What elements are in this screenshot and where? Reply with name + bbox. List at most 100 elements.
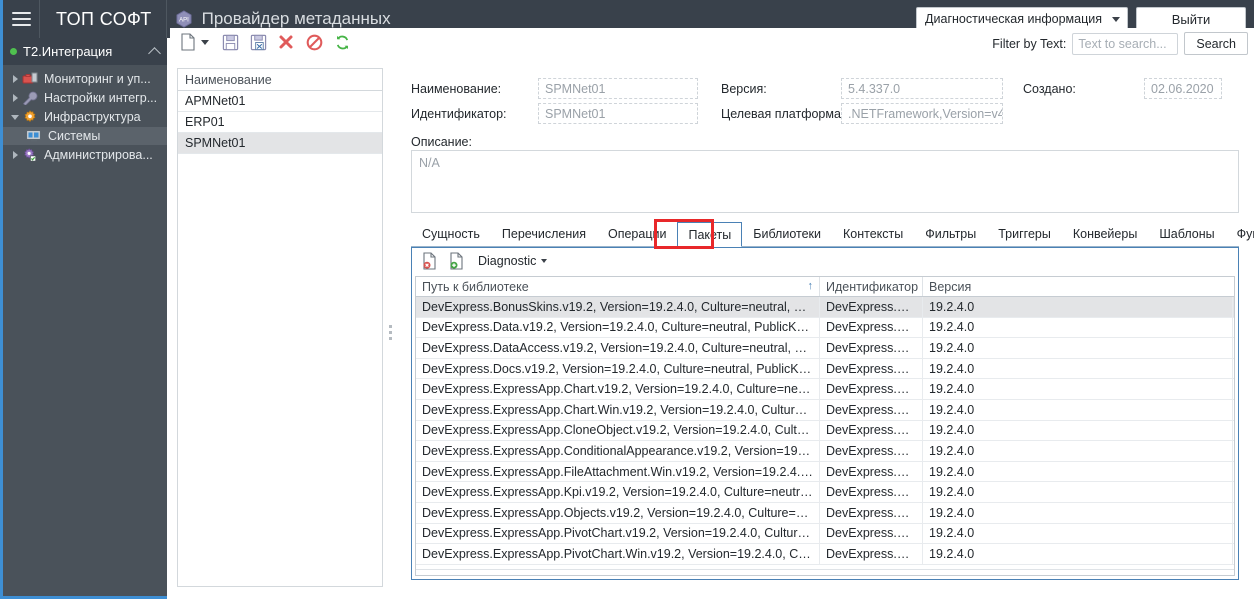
grid-column-header-identifier[interactable]: Идентификатор [820, 277, 923, 296]
table-row[interactable]: DevExpress.ExpressApp.FileAttachment.Win… [416, 461, 1234, 483]
hamburger-menu-icon[interactable] [3, 0, 39, 38]
add-file-icon [450, 252, 463, 270]
new-document-icon [181, 33, 195, 51]
remove-file-icon [423, 252, 436, 270]
detail-tabs: Сущность Перечисления Операции Пакеты Би… [411, 222, 1254, 247]
chevron-down-icon [1112, 16, 1120, 22]
cell-path: DevExpress.ExpressApp.Objects.v19.2, Ver… [416, 502, 820, 523]
cancel-button[interactable] [301, 30, 327, 54]
table-row[interactable]: DevExpress.DataAccess.v19.2, Version=19.… [416, 338, 1234, 359]
tab-konteksty[interactable]: Контексты [832, 222, 914, 246]
application-window: ТОП СОФТ API Провайдер метаданных Диагно… [0, 0, 1254, 599]
save-button[interactable] [217, 30, 243, 54]
table-row[interactable]: DevExpress.ExpressApp.Chart.Win.v19.2, V… [416, 399, 1234, 421]
cell-identifier: DevExpress.Expr... [820, 523, 923, 544]
list-item[interactable]: SPMNet01 [178, 133, 382, 154]
sidebar-item-monitoring[interactable]: Мониторинг и уп... [3, 70, 167, 88]
cell-path: DevExpress.ExpressApp.FileAttachment.Win… [416, 461, 820, 482]
filter-bar: Filter by Text: Search [992, 32, 1248, 55]
name-field[interactable]: SPMNet01 [538, 78, 698, 99]
sidebar-item-infrastructure[interactable]: Инфраструктура [3, 108, 167, 126]
table-row[interactable]: DevExpress.Docs.v19.2, Version=19.2.4.0,… [416, 358, 1234, 380]
table-row[interactable]: DevExpress.ExpressApp.Kpi.v19.2, Version… [416, 482, 1234, 503]
sidebar-item-integration-settings[interactable]: Настройки интегр... [3, 89, 167, 107]
table-row[interactable]: DevExpress.ExpressApp.PivotChart.Win.v19… [416, 544, 1234, 565]
cell-version: 19.2.4.0 [923, 502, 1233, 523]
screen-icon [25, 129, 43, 144]
grid-column-header-path[interactable]: Путь к библиотеке ↑ [416, 277, 820, 296]
sidebar-header[interactable]: Т2.Интеграция [3, 38, 167, 65]
list-item[interactable]: APMNet01 [178, 91, 382, 112]
created-field[interactable]: 02.06.2020 [1144, 78, 1222, 99]
tab-triggery[interactable]: Триггеры [987, 222, 1062, 246]
status-dot-icon [10, 48, 17, 55]
expander-collapsed-icon[interactable] [9, 94, 21, 102]
sort-ascending-icon: ↑ [807, 280, 814, 292]
grid-column-header-version[interactable]: Версия [923, 277, 1233, 296]
brand-title: ТОП СОФТ [56, 8, 152, 29]
tab-perechisleniya[interactable]: Перечисления [491, 222, 597, 246]
tab-konveyery[interactable]: Конвейеры [1062, 222, 1148, 246]
cell-version: 19.2.4.0 [923, 379, 1233, 399]
sidebar-header-label: Т2.Интеграция [23, 44, 113, 59]
identifier-field[interactable]: SPMNet01 [538, 103, 698, 124]
description-label: Описание: [411, 135, 472, 149]
cell-version: 19.2.4.0 [923, 461, 1233, 482]
cell-identifier: DevExpress.Dat... [820, 338, 923, 358]
cell-path: DevExpress.ExpressApp.Chart.Win.v19.2, V… [416, 399, 820, 420]
gears-check-icon [21, 148, 39, 163]
cell-version: 19.2.4.0 [923, 441, 1233, 461]
monitor-toolbox-icon [21, 72, 39, 87]
save-as-button[interactable] [245, 30, 271, 54]
save-floppy-icon [222, 34, 238, 50]
add-package-button[interactable] [445, 250, 469, 272]
save-as-floppy-icon [250, 34, 266, 50]
cell-version: 19.2.4.0 [923, 358, 1233, 379]
expander-expanded-icon[interactable] [9, 114, 21, 120]
panel-splitter-handle[interactable] [386, 318, 394, 346]
tab-biblioteki[interactable]: Библиотеки [742, 222, 832, 246]
chevron-up-icon[interactable] [148, 46, 161, 60]
tab-filtry[interactable]: Фильтры [914, 222, 987, 246]
diagnostic-menu-label: Diagnostic [478, 254, 537, 268]
new-document-button[interactable] [175, 30, 201, 54]
search-button[interactable]: Search [1184, 32, 1248, 55]
refresh-button[interactable] [329, 30, 355, 54]
tab-shablony[interactable]: Шаблоны [1148, 222, 1225, 246]
table-row[interactable]: DevExpress.ExpressApp.PivotChart.v19.2, … [416, 523, 1234, 545]
table-row[interactable]: DevExpress.ExpressApp.ConditionalAppeara… [416, 441, 1234, 462]
table-row[interactable]: DevExpress.BonusSkins.v19.2, Version=19.… [416, 297, 1234, 318]
expander-collapsed-icon[interactable] [9, 151, 21, 159]
tab-operacii[interactable]: Операции [597, 222, 677, 246]
tab-funkcii[interactable]: Функции [1226, 222, 1254, 246]
search-input[interactable] [1072, 32, 1179, 55]
filter-by-text-label: Filter by Text: [992, 36, 1067, 51]
table-row[interactable]: DevExpress.ExpressApp.Objects.v19.2, Ver… [416, 502, 1234, 524]
platform-field[interactable]: .NETFramework,Version=v4.7 [841, 103, 1003, 124]
version-field[interactable]: 5.4.337.0 [841, 78, 1003, 99]
delete-button[interactable] [273, 30, 299, 54]
cell-version: 19.2.4.0 [923, 399, 1233, 420]
list-item[interactable]: ERP01 [178, 112, 382, 133]
tab-suschnost[interactable]: Сущность [411, 222, 491, 246]
table-row[interactable]: DevExpress.Data.v19.2, Version=19.2.4.0,… [416, 317, 1234, 339]
diagnostic-menu-button[interactable]: Diagnostic [478, 254, 548, 268]
red-cross-icon [279, 35, 293, 49]
cell-identifier: DevExpress.Expr... [820, 379, 923, 399]
cell-identifier: DevExpress.Expr... [820, 461, 923, 482]
description-textarea[interactable]: N/A [411, 150, 1239, 213]
table-row[interactable]: DevExpress.ExpressApp.Chart.v19.2, Versi… [416, 379, 1234, 400]
cell-identifier: DevExpress.Bon... [820, 297, 923, 317]
cell-identifier: DevExpress.Expr... [820, 544, 923, 564]
remove-package-button[interactable] [418, 250, 442, 272]
grid-toolbar: Diagnostic [412, 248, 1238, 274]
table-row[interactable]: DevExpress.ExpressApp.CloneObject.v19.2,… [416, 420, 1234, 442]
tab-pakety[interactable]: Пакеты [677, 222, 743, 247]
sidebar-item-administration[interactable]: Администрирова... [3, 146, 167, 164]
cell-version: 19.2.4.0 [923, 338, 1233, 358]
new-document-dropdown-icon[interactable] [201, 39, 209, 45]
cell-identifier: DevExpress.Expr... [820, 399, 923, 420]
expander-collapsed-icon[interactable] [9, 75, 21, 83]
sidebar-item-systems[interactable]: Системы [3, 127, 167, 145]
grid-header-row: Путь к библиотеке ↑ Идентификатор Версия [416, 277, 1234, 297]
